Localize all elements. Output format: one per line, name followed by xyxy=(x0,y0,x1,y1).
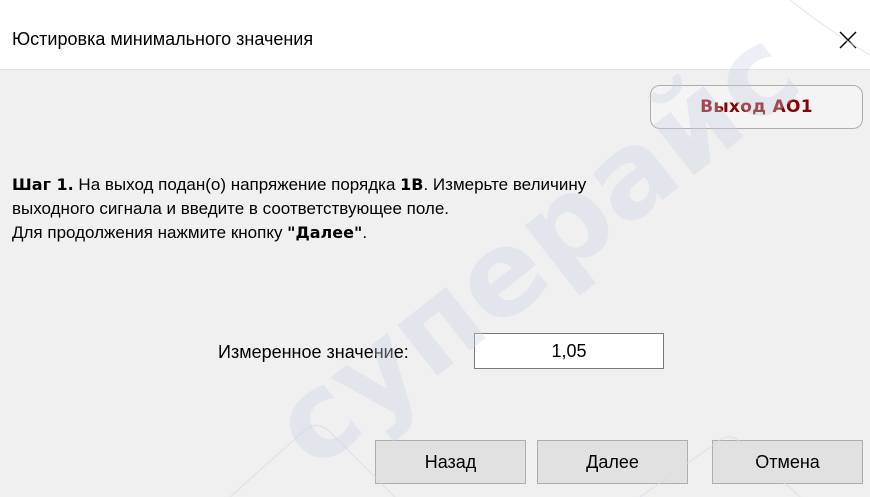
dialog-body: Выход АО1 Шаг 1. На выход подан(о) напря… xyxy=(0,70,870,497)
instructions-line-1: Шаг 1. На выход подан(о) напряжение поря… xyxy=(12,175,587,194)
back-button[interactable]: Назад xyxy=(375,440,526,484)
instructions-text: Шаг 1. На выход подан(о) напряжение поря… xyxy=(12,173,852,245)
window-title: Юстировка минимального значения xyxy=(12,29,314,49)
measured-value-input[interactable] xyxy=(474,333,664,369)
title-bar: Юстировка минимального значения xyxy=(0,0,870,70)
measured-value-label: Измеренное значение: xyxy=(218,342,409,362)
close-icon xyxy=(839,31,857,49)
close-button[interactable] xyxy=(826,22,870,58)
cancel-button[interactable]: Отмена xyxy=(712,440,863,484)
instructions-line-2: выходного сигнала и введите в соответств… xyxy=(12,199,450,218)
output-ao1-button[interactable]: Выход АО1 xyxy=(650,85,863,129)
voltage-value: 1В xyxy=(400,175,424,194)
step-label: Шаг 1. xyxy=(12,175,74,194)
next-button[interactable]: Далее xyxy=(537,440,688,484)
next-button-reference: "Далее" xyxy=(287,223,363,242)
instructions-line-3: Для продолжения нажмите кнопку "Далее". xyxy=(12,223,368,242)
